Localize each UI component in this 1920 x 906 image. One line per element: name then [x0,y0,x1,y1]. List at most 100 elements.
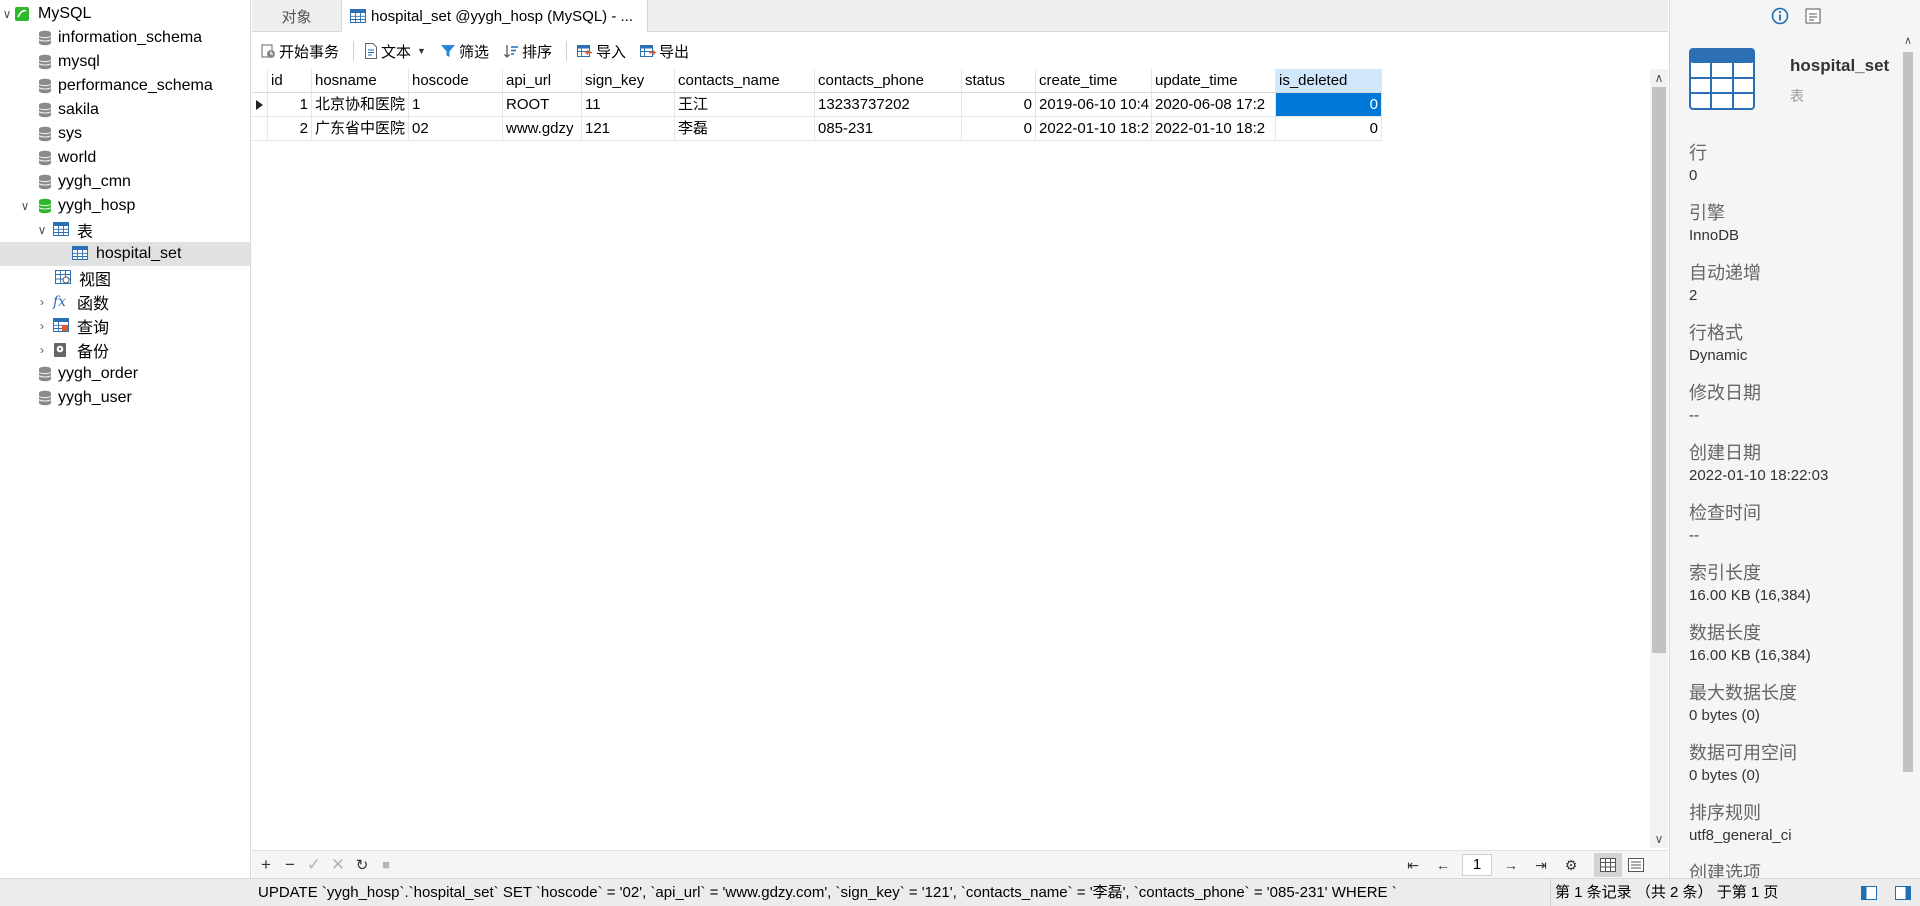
next-page-icon[interactable]: → [1496,853,1526,877]
cell-api-url[interactable]: www.gdzy [503,117,582,141]
info-panel-scrollbar[interactable]: ∧ [1900,32,1916,878]
chevron-right-icon[interactable]: › [35,319,49,333]
column-header-create-time[interactable]: create_time [1036,69,1152,93]
tree-node-tables[interactable]: ∨ 表 [0,218,250,242]
cell-create-time[interactable]: 2019-06-10 10:4 [1036,93,1152,117]
cell-is-deleted[interactable]: 0 [1276,117,1382,141]
cell-hosname[interactable]: 广东省中医院 [312,117,409,141]
grid-bottom-bar: + − ✓ ✕ ↻ ■ ⇤ ← 1 → ⇥ ⚙ [252,850,1668,878]
column-header-is-deleted[interactable]: is_deleted [1276,69,1382,93]
cell-sign-key[interactable]: 11 [582,93,675,117]
cell-update-time[interactable]: 2022-01-10 18:2 [1152,117,1276,141]
add-record-icon[interactable]: + [254,853,278,877]
dropdown-arrow-icon[interactable]: ▼ [417,46,426,56]
cell-contacts-name[interactable]: 李磊 [675,117,815,141]
tree-label: mysql [58,53,100,70]
discard-changes-icon[interactable]: ✕ [326,853,350,877]
cell-contacts-name[interactable]: 王江 [675,93,815,117]
cell-hosname[interactable]: 北京协和医院 [312,93,409,117]
grid-view-icon[interactable] [1594,853,1622,877]
column-header-hoscode[interactable]: hoscode [409,69,503,93]
ddl-icon[interactable] [1805,8,1821,24]
scrollbar-thumb[interactable] [1903,52,1913,772]
text-view-button[interactable]: 文本 ▼ [364,41,426,62]
tree-node-functions[interactable]: › fx 函数 [0,290,250,314]
column-header-status[interactable]: status [962,69,1036,93]
chevron-down-icon[interactable]: ∨ [18,199,32,213]
table-row[interactable]: 1 北京协和医院 1 ROOT 11 王江 13233737202 0 2019… [252,93,1382,117]
column-header-contacts-name[interactable]: contacts_name [675,69,815,93]
prop-label: 行 [1689,143,1707,163]
cell-create-time[interactable]: 2022-01-10 18:2 [1036,117,1152,141]
chevron-down-icon[interactable]: ∨ [0,7,14,21]
prop-label: 创建选项 [1689,863,1761,878]
cell-contacts-phone[interactable]: 13233737202 [815,93,962,117]
stop-icon[interactable]: ■ [374,853,398,877]
cell-status[interactable]: 0 [962,93,1036,117]
tree-connection-mysql[interactable]: ∨ MySQL [0,2,250,26]
tree-db-mysql[interactable]: mysql [0,50,250,74]
refresh-icon[interactable]: ↻ [350,853,374,877]
cell-status[interactable]: 0 [962,117,1036,141]
tree-node-views[interactable]: 视图 [0,266,250,290]
toggle-info-panel-icon[interactable] [1892,883,1914,903]
chevron-right-icon[interactable]: › [35,343,49,357]
cell-update-time[interactable]: 2020-06-08 17:2 [1152,93,1276,117]
page-number-input[interactable]: 1 [1462,854,1492,876]
grid-vertical-scrollbar[interactable]: ∧ ∨ [1650,69,1668,848]
begin-transaction-button[interactable]: 开始事务 [260,41,339,62]
tree-db-world[interactable]: world [0,146,250,170]
column-header-update-time[interactable]: update_time [1152,69,1276,93]
import-button[interactable]: 导入 [576,41,626,62]
cell-is-deleted[interactable]: 0 [1276,93,1382,117]
scroll-down-icon[interactable]: ∨ [1650,830,1668,848]
chevron-down-icon[interactable]: ∨ [35,223,49,237]
cell-contacts-phone[interactable]: 085-231 [815,117,962,141]
sort-button[interactable]: 排序 [503,41,552,62]
tree-label: 备份 [77,344,110,361]
cell-sign-key[interactable]: 121 [582,117,675,141]
tree-db-yygh-order[interactable]: yygh_order [0,362,250,386]
view-icon [55,270,73,286]
prop-modified-date: 修改日期 -- [1689,381,1899,427]
cell-hoscode[interactable]: 1 [409,93,503,117]
cell-hoscode[interactable]: 02 [409,117,503,141]
previous-page-icon[interactable]: ← [1428,853,1458,877]
cell-id[interactable]: 2 [268,117,312,141]
cell-api-url[interactable]: ROOT [503,93,582,117]
form-view-icon[interactable] [1622,853,1650,877]
column-header-contacts-phone[interactable]: contacts_phone [815,69,962,93]
tree-db-yygh-user[interactable]: yygh_user [0,386,250,410]
column-header-sign-key[interactable]: sign_key [582,69,675,93]
toggle-sidebar-icon[interactable] [1858,883,1880,903]
object-name: hospital_set [1790,56,1890,75]
filter-button[interactable]: 筛选 [440,41,489,62]
cell-id[interactable]: 1 [268,93,312,117]
tree-table-hospital-set[interactable]: hospital_set [0,242,250,266]
tab-hospital-set[interactable]: hospital_set @yygh_hosp (MySQL) - ... [342,0,648,32]
tree-db-sys[interactable]: sys [0,122,250,146]
first-page-icon[interactable]: ⇤ [1398,853,1428,877]
scroll-up-icon[interactable]: ∧ [1900,32,1916,48]
tree-node-backups[interactable]: › 备份 [0,338,250,362]
tree-node-queries[interactable]: › 查询 [0,314,250,338]
tab-objects[interactable]: 对象 [252,0,342,32]
chevron-right-icon[interactable]: › [35,295,49,309]
info-icon[interactable] [1771,7,1789,25]
scrollbar-thumb[interactable] [1652,87,1666,653]
scroll-up-icon[interactable]: ∧ [1650,69,1668,87]
apply-changes-icon[interactable]: ✓ [302,853,326,877]
table-row[interactable]: 2 广东省中医院 02 www.gdzy 121 李磊 085-231 0 20… [252,117,1382,141]
export-button[interactable]: 导出 [640,41,689,62]
tree-db-sakila[interactable]: sakila [0,98,250,122]
column-header-hosname[interactable]: hosname [312,69,409,93]
tree-db-performance-schema[interactable]: performance_schema [0,74,250,98]
last-page-icon[interactable]: ⇥ [1526,853,1556,877]
tree-db-yygh-cmn[interactable]: yygh_cmn [0,170,250,194]
delete-record-icon[interactable]: − [278,853,302,877]
tree-db-yygh-hosp[interactable]: ∨ yygh_hosp [0,194,250,218]
column-header-id[interactable]: id [268,69,312,93]
tree-db-information-schema[interactable]: information_schema [0,26,250,50]
settings-gear-icon[interactable]: ⚙ [1556,853,1586,877]
column-header-api-url[interactable]: api_url [503,69,582,93]
